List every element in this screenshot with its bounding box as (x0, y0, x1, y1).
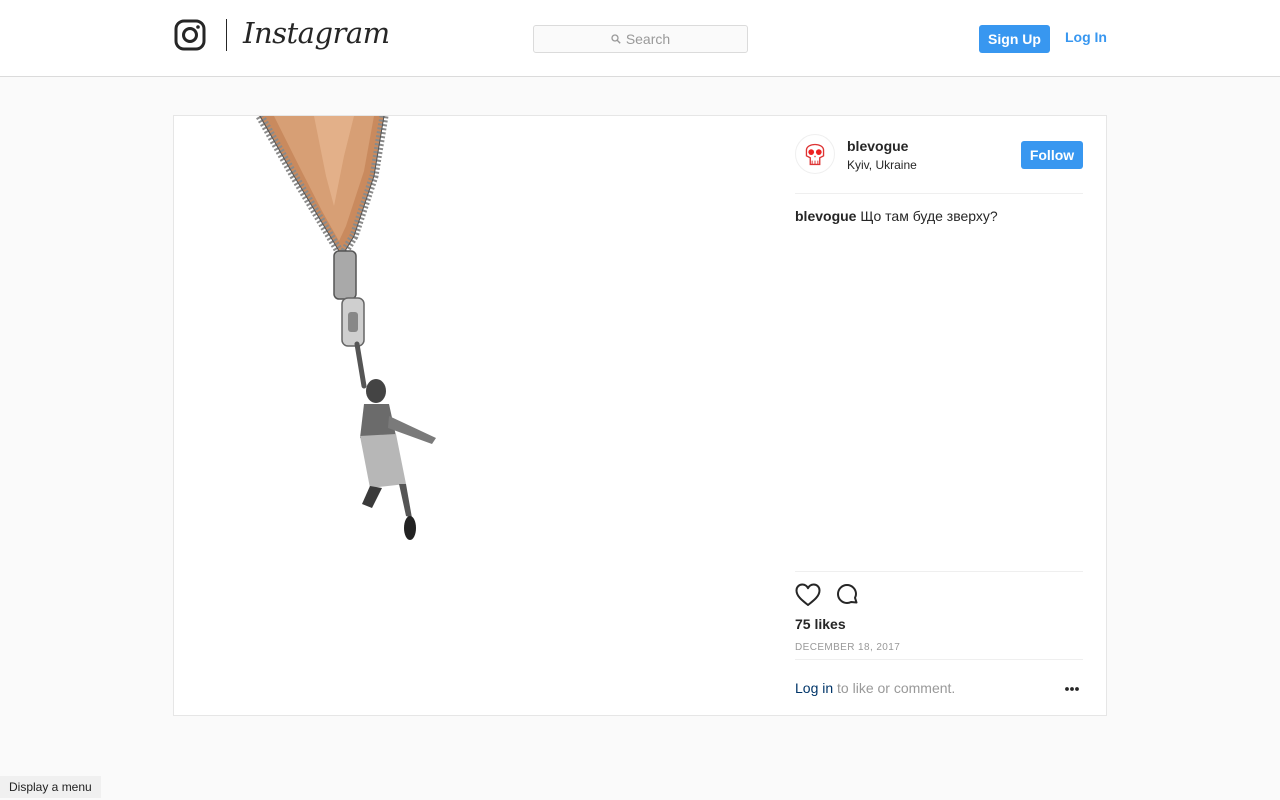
likes-label: likes (814, 616, 846, 632)
heart-icon[interactable] (795, 583, 821, 607)
zipper-child-illustration (256, 116, 436, 540)
search-icon (611, 34, 621, 44)
instagram-camera-icon[interactable] (174, 19, 206, 51)
login-prompt-text: to like or comment. (837, 680, 956, 696)
likes-number: 75 (795, 616, 811, 632)
post-photo[interactable] (174, 116, 774, 715)
divider (795, 571, 1083, 572)
post-username[interactable]: blevogue (847, 138, 908, 154)
divider (795, 659, 1083, 660)
post-caption: blevogue Що там буде зверху? (795, 208, 998, 224)
caption-username[interactable]: blevogue (795, 208, 856, 224)
more-options-icon[interactable] (1064, 686, 1080, 692)
likes-count[interactable]: 75 likes (795, 616, 846, 632)
post-card: blevogue Kyiv, Ukraine Follow blevogue Щ… (173, 115, 1107, 716)
follow-button[interactable]: Follow (1021, 141, 1083, 169)
tooltip: Display a menu (0, 776, 101, 798)
avatar[interactable] (795, 134, 835, 174)
post-location[interactable]: Kyiv, Ukraine (847, 158, 917, 172)
caption-text: Що там буде зверху? (860, 208, 998, 224)
log-in-link[interactable]: Log In (1065, 29, 1107, 45)
top-nav-bar: Instagram Search Sign Up Log In (0, 0, 1280, 77)
divider (795, 193, 1083, 194)
comment-bubble-icon[interactable] (835, 583, 859, 607)
skull-avatar (805, 143, 825, 166)
sign-up-button[interactable]: Sign Up (979, 25, 1050, 53)
instagram-wordmark[interactable]: Instagram (243, 16, 390, 50)
login-link[interactable]: Log in (795, 680, 833, 696)
search-placeholder: Search (625, 31, 671, 47)
post-date[interactable]: DECEMBER 18, 2017 (795, 642, 900, 653)
search-input[interactable]: Search (533, 25, 748, 53)
login-prompt: Log in to like or comment. (795, 680, 955, 696)
post-details-panel: blevogue Kyiv, Ukraine Follow blevogue Щ… (795, 116, 1083, 715)
logo-divider (226, 19, 227, 51)
